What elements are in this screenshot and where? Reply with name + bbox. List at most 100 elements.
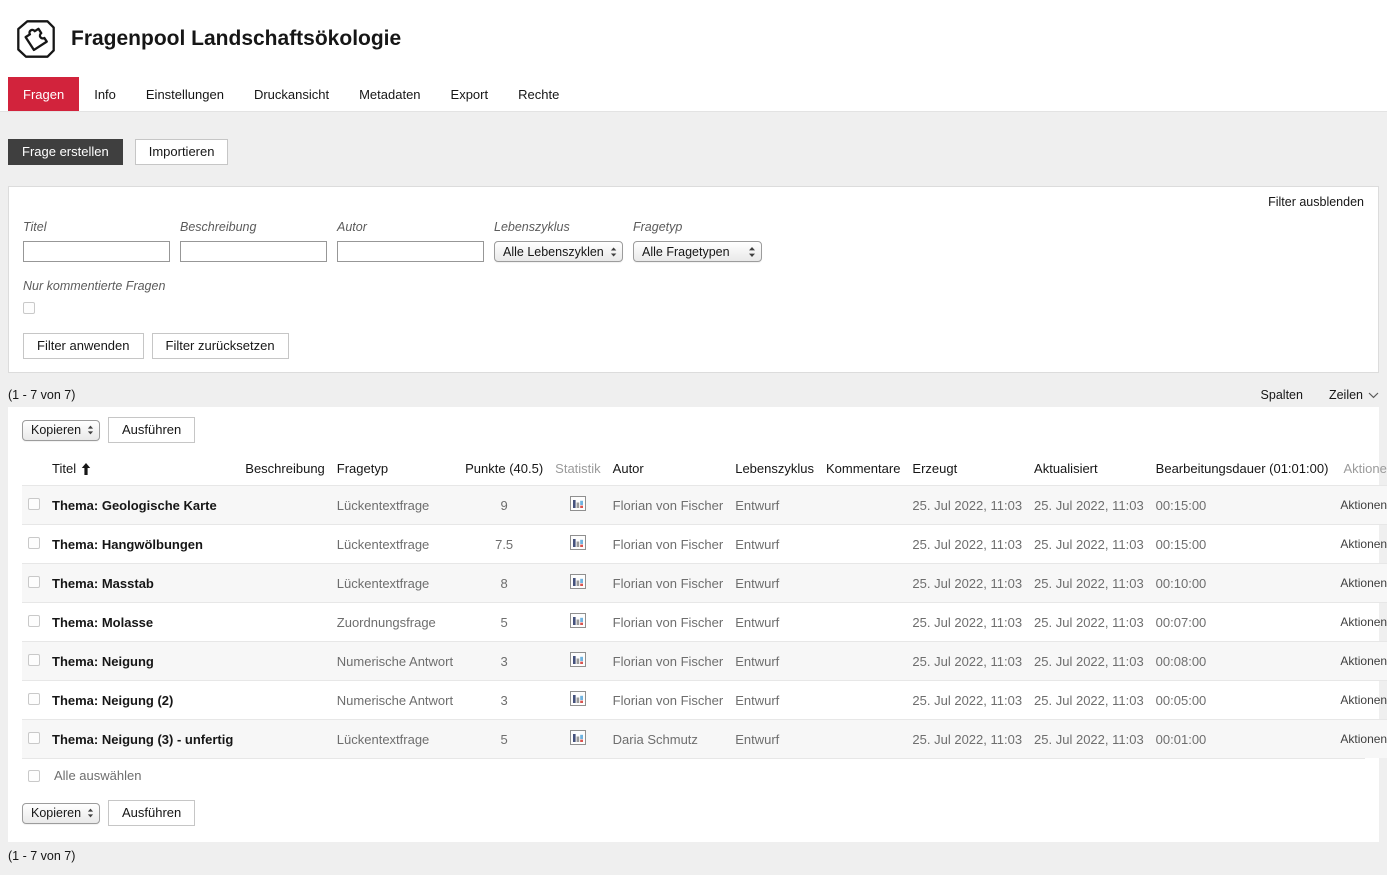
tab-druckansicht[interactable]: Druckansicht	[239, 77, 344, 111]
cell-points: 5	[459, 603, 549, 642]
header-aktualisiert[interactable]: Aktualisiert	[1028, 451, 1150, 486]
cell-description	[239, 486, 331, 525]
header-beschreibung[interactable]: Beschreibung	[239, 451, 331, 486]
question-title-link[interactable]: Thema: Geologische Karte	[46, 486, 239, 525]
cell-points: 3	[459, 642, 549, 681]
table-header-row: Titel Beschreibung Fragetyp Punkte (40.5…	[22, 451, 1387, 486]
cell-created: 25. Jul 2022, 11:03	[906, 681, 1028, 720]
table-row: Thema: Molasse Zuordnungsfrage 5 Florian…	[22, 603, 1387, 642]
row-actions-dropdown[interactable]: Aktionen	[1340, 498, 1387, 513]
select-all-checkbox[interactable]	[28, 770, 40, 782]
page-header: Fragenpool Landschaftsökologie	[0, 0, 1387, 77]
cell-updated: 25. Jul 2022, 11:03	[1028, 720, 1150, 759]
cell-created: 25. Jul 2022, 11:03	[906, 525, 1028, 564]
statistics-bar-chart-icon[interactable]	[570, 691, 586, 706]
row-checkbox[interactable]	[28, 693, 40, 705]
cell-comments	[820, 486, 906, 525]
question-title-link[interactable]: Thema: Neigung	[46, 642, 239, 681]
header-punkte[interactable]: Punkte (40.5)	[459, 451, 549, 486]
row-actions-dropdown[interactable]: Aktionen	[1340, 693, 1387, 708]
create-question-button[interactable]: Frage erstellen	[8, 139, 123, 165]
row-checkbox[interactable]	[28, 732, 40, 744]
statistics-bar-chart-icon[interactable]	[570, 613, 586, 628]
row-actions-dropdown[interactable]: Aktionen	[1340, 654, 1387, 669]
columns-dropdown[interactable]: Spalten	[1261, 388, 1303, 402]
tab-fragen[interactable]: Fragen	[8, 77, 79, 111]
cell-lifecycle: Entwurf	[729, 486, 820, 525]
cell-created: 25. Jul 2022, 11:03	[906, 603, 1028, 642]
reset-filter-button[interactable]: Filter zurücksetzen	[152, 333, 289, 359]
cell-question-type: Lückentextfrage	[331, 720, 459, 759]
bulk-action-select-bottom[interactable]: Kopieren	[22, 803, 100, 824]
row-actions-dropdown[interactable]: Aktionen	[1340, 615, 1387, 630]
row-actions-label: Aktionen	[1340, 498, 1387, 513]
cell-updated: 25. Jul 2022, 11:03	[1028, 525, 1150, 564]
table-meta-row: (1 - 7 von 7) Spalten Zeilen	[8, 388, 1379, 402]
tab-einstellungen[interactable]: Einstellungen	[131, 77, 239, 111]
tab-info[interactable]: Info	[79, 77, 131, 111]
question-title-link[interactable]: Thema: Masstab	[46, 564, 239, 603]
question-title-link[interactable]: Thema: Hangwölbungen	[46, 525, 239, 564]
header-fragetyp[interactable]: Fragetyp	[331, 451, 459, 486]
filter-description-input[interactable]	[180, 241, 327, 262]
execute-button-top[interactable]: Ausführen	[108, 417, 195, 443]
questiontype-select-value: Alle Fragetypen	[642, 245, 730, 259]
cell-author: Florian von Fischer	[607, 525, 730, 564]
rows-dropdown[interactable]: Zeilen	[1329, 388, 1379, 402]
row-checkbox[interactable]	[28, 498, 40, 510]
row-checkbox[interactable]	[28, 615, 40, 627]
question-title-link[interactable]: Thema: Neigung (3) - unfertig	[46, 720, 239, 759]
statistics-bar-chart-icon[interactable]	[570, 574, 586, 589]
cell-comments	[820, 642, 906, 681]
tab-export[interactable]: Export	[436, 77, 504, 111]
cell-comments	[820, 525, 906, 564]
table-row: Thema: Neigung (3) - unfertig Lückentext…	[22, 720, 1387, 759]
import-button[interactable]: Importieren	[135, 139, 229, 165]
header-lebenszyklus[interactable]: Lebenszyklus	[729, 451, 820, 486]
cell-comments	[820, 603, 906, 642]
cell-duration: 00:10:00	[1150, 564, 1335, 603]
row-actions-label: Aktionen	[1340, 615, 1387, 630]
statistics-bar-chart-icon[interactable]	[570, 535, 586, 550]
header-autor[interactable]: Autor	[607, 451, 730, 486]
tab-metadaten[interactable]: Metadaten	[344, 77, 435, 111]
cell-author: Florian von Fischer	[607, 642, 730, 681]
select-all-row: Alle auswählen	[22, 758, 1365, 792]
lifecycle-select[interactable]: Alle Lebenszyklen	[494, 241, 623, 262]
header-titel[interactable]: Titel	[46, 451, 239, 486]
cell-author: Florian von Fischer	[607, 564, 730, 603]
tab-rechte[interactable]: Rechte	[503, 77, 574, 111]
row-actions-dropdown[interactable]: Aktionen	[1340, 537, 1387, 552]
header-erzeugt[interactable]: Erzeugt	[906, 451, 1028, 486]
statistics-bar-chart-icon[interactable]	[570, 730, 586, 745]
filter-title-input[interactable]	[23, 241, 170, 262]
row-actions-label: Aktionen	[1340, 654, 1387, 669]
question-title-link[interactable]: Thema: Molasse	[46, 603, 239, 642]
header-titel-label: Titel	[52, 461, 76, 476]
cell-lifecycle: Entwurf	[729, 564, 820, 603]
row-checkbox[interactable]	[28, 654, 40, 666]
statistics-bar-chart-icon[interactable]	[570, 496, 586, 511]
apply-filter-button[interactable]: Filter anwenden	[23, 333, 144, 359]
cell-description	[239, 603, 331, 642]
question-title-link[interactable]: Thema: Neigung (2)	[46, 681, 239, 720]
header-bearbeitungsdauer[interactable]: Bearbeitungsdauer (01:01:00)	[1150, 451, 1335, 486]
row-checkbox[interactable]	[28, 576, 40, 588]
row-actions-dropdown[interactable]: Aktionen	[1340, 576, 1387, 591]
row-checkbox[interactable]	[28, 537, 40, 549]
execute-button-bottom[interactable]: Ausführen	[108, 800, 195, 826]
bulk-action-value: Kopieren	[31, 806, 81, 820]
cell-description	[239, 642, 331, 681]
cell-updated: 25. Jul 2022, 11:03	[1028, 681, 1150, 720]
header-kommentare[interactable]: Kommentare	[820, 451, 906, 486]
bulk-action-select-top[interactable]: Kopieren	[22, 420, 100, 441]
row-actions-dropdown[interactable]: Aktionen	[1340, 732, 1387, 747]
questiontype-select[interactable]: Alle Fragetypen	[633, 241, 762, 262]
table-row: Thema: Neigung (2) Numerische Antwort 3 …	[22, 681, 1387, 720]
hide-filter-link[interactable]: Filter ausblenden	[1268, 195, 1364, 209]
filter-author-input[interactable]	[337, 241, 484, 262]
statistics-bar-chart-icon[interactable]	[570, 652, 586, 667]
row-actions-label: Aktionen	[1340, 693, 1387, 708]
commented-only-checkbox[interactable]	[23, 302, 35, 314]
filter-panel: Filter ausblenden Titel Beschreibung Aut…	[8, 186, 1379, 373]
